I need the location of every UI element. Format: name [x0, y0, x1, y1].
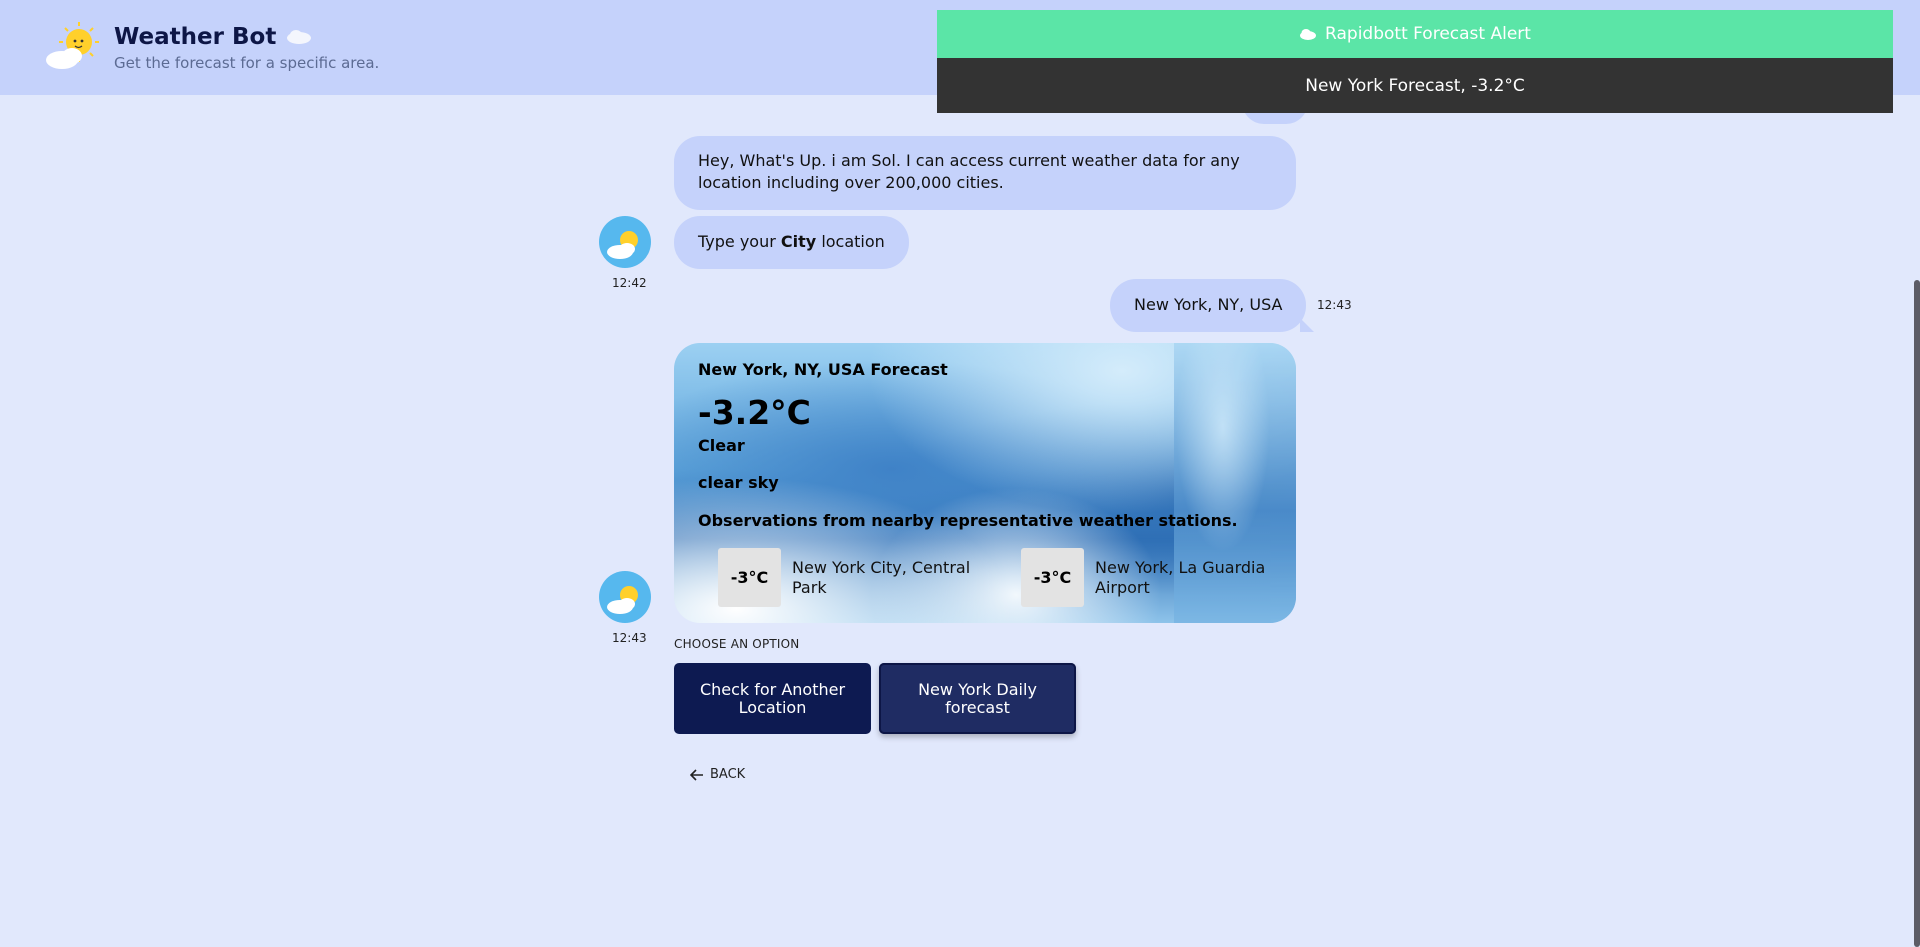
- sun-cloud-icon: [46, 22, 99, 69]
- cloud-icon: [1300, 28, 1317, 40]
- sun-cloud-icon: [607, 231, 638, 259]
- check-another-location-button[interactable]: Check for Another Location: [674, 663, 871, 734]
- bot-intro-message: Hey, What's Up. i am Sol. I can access c…: [674, 136, 1296, 210]
- prompt-prefix: Type your: [698, 232, 776, 251]
- page-scrollbar[interactable]: [1914, 280, 1920, 947]
- back-label: BACK: [710, 767, 746, 782]
- alert-title: Rapidbott Forecast Alert: [1325, 24, 1531, 44]
- forecast-description: clear sky: [698, 473, 779, 492]
- station-name: New York, La Guardia Airport: [1095, 557, 1266, 597]
- cloud-icon: [287, 30, 312, 44]
- prompt-bold: City: [780, 232, 817, 251]
- app-title: Weather Bot: [114, 24, 312, 50]
- arrow-left-icon: [690, 768, 703, 781]
- user-message: New York, NY, USA: [1110, 279, 1315, 332]
- bot-avatar: [599, 216, 651, 268]
- observations-label: Observations from nearby representative …: [698, 511, 1238, 530]
- app-subtitle: Get the forecast for a specific area.: [114, 54, 380, 72]
- choose-option-label: CHOOSE AN OPTION: [674, 637, 800, 651]
- forecast-title: New York, NY, USA Forecast: [698, 360, 948, 379]
- daily-forecast-button[interactable]: New York Daily forecast: [879, 663, 1076, 734]
- station-temp: -3°C: [1021, 548, 1084, 607]
- alert-message: New York Forecast, -3.2°C: [937, 58, 1893, 113]
- prompt-suffix: location: [821, 232, 885, 251]
- station-item: -3°C New York, La Guardia Airport: [1021, 548, 1275, 607]
- message-timestamp: 12:42: [612, 276, 647, 290]
- sun-cloud-icon: [607, 586, 638, 614]
- back-button[interactable]: BACK: [690, 767, 745, 782]
- bot-prompt-message: Type your City location: [674, 216, 909, 269]
- station-temp: -3°C: [718, 548, 781, 607]
- message-timestamp: 12:43: [612, 631, 647, 645]
- app-title-text: Weather Bot: [114, 24, 277, 50]
- bot-avatar: [599, 571, 651, 623]
- forecast-temperature: -3.2°C: [698, 393, 811, 432]
- station-item: -3°C New York City, Central Park: [718, 548, 972, 607]
- forecast-card: New York, NY, USA Forecast -3.2°C Clear …: [674, 343, 1296, 623]
- alert-header: Rapidbott Forecast Alert: [937, 10, 1893, 58]
- forecast-alert[interactable]: Rapidbott Forecast Alert New York Foreca…: [937, 10, 1893, 113]
- message-timestamp: 12:43: [1317, 298, 1352, 312]
- forecast-condition: Clear: [698, 436, 745, 455]
- station-name: New York City, Central Park: [792, 557, 971, 597]
